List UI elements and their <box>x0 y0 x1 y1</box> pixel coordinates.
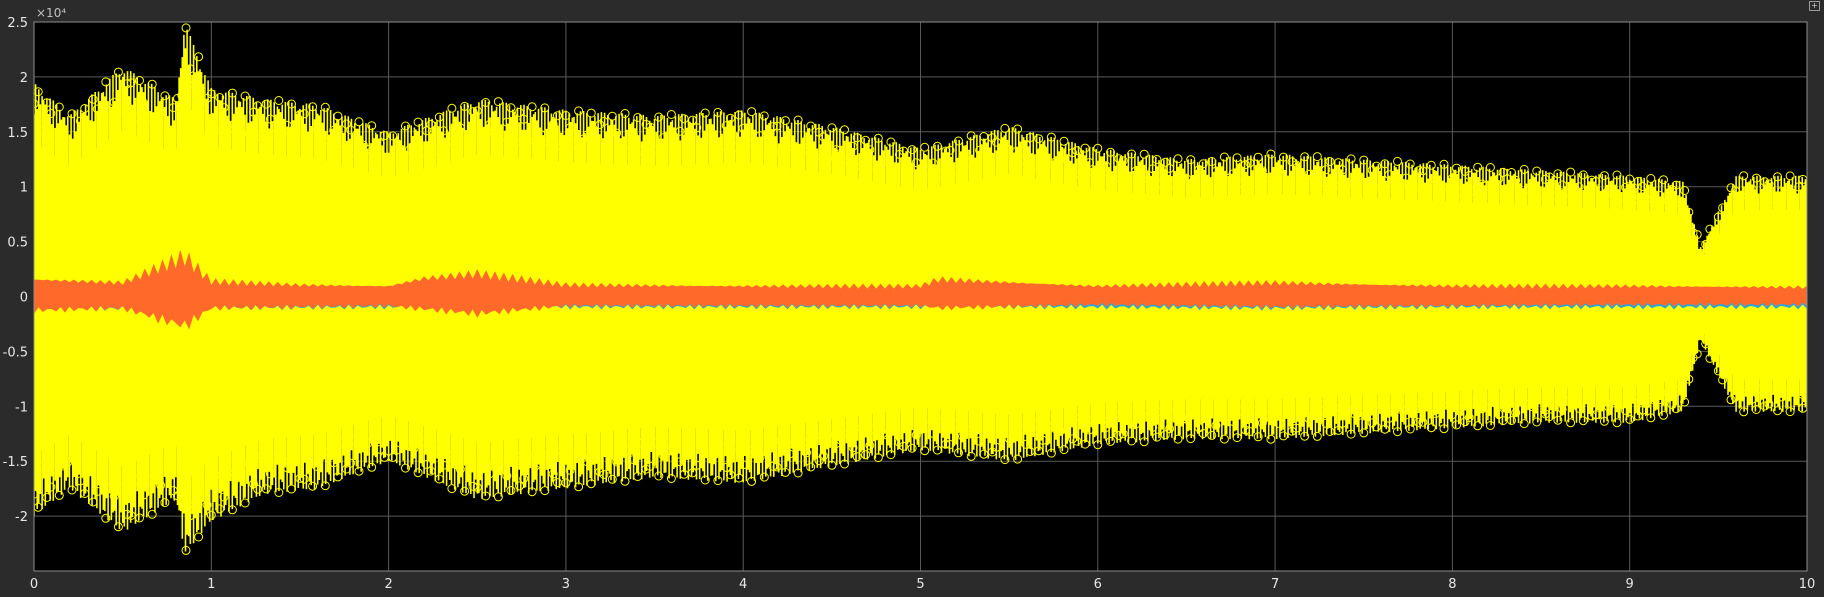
x-tick-label: 6 <box>1094 577 1102 592</box>
y-tick-label: 2 <box>20 71 28 86</box>
y-tick-label: -0.5 <box>3 345 28 360</box>
y-tick-label: -1.5 <box>3 455 28 470</box>
y-tick-label: 0.5 <box>7 236 28 251</box>
x-tick-label: 3 <box>562 577 570 592</box>
x-tick-label: 4 <box>739 577 747 592</box>
y-tick-label: 1 <box>20 181 28 196</box>
y-exponent-label: ×10⁴ <box>36 6 66 20</box>
y-tick-label: 1.5 <box>7 126 28 141</box>
x-tick-label: 5 <box>916 577 924 592</box>
plot-area[interactable]: 0 1 2 3 4 5 6 7 8 9 10 2.5 2 1.5 1 0.5 0 -0.5 -1 -1.5 -2 ×10… <box>0 0 1824 597</box>
x-tick-label: 10 <box>1799 577 1816 592</box>
x-tick-label: 8 <box>1448 577 1456 592</box>
expand-window-icon[interactable]: + <box>1809 1 1820 11</box>
x-tick-label: 1 <box>207 577 215 592</box>
x-tick-label: 2 <box>384 577 392 592</box>
y-tick-label: -2 <box>15 510 28 525</box>
x-tick-label: 9 <box>1626 577 1634 592</box>
x-tick-label: 7 <box>1271 577 1279 592</box>
figure-window: 0 1 2 3 4 5 6 7 8 9 10 2.5 2 1.5 1 0.5 0 -0.5 -1 -1.5 -2 ×10… <box>0 0 1824 597</box>
y-tick-label: 2.5 <box>7 16 28 31</box>
x-tick-label: 0 <box>30 577 38 592</box>
y-tick-label: 0 <box>20 291 28 306</box>
y-tick-label: -1 <box>15 400 28 415</box>
